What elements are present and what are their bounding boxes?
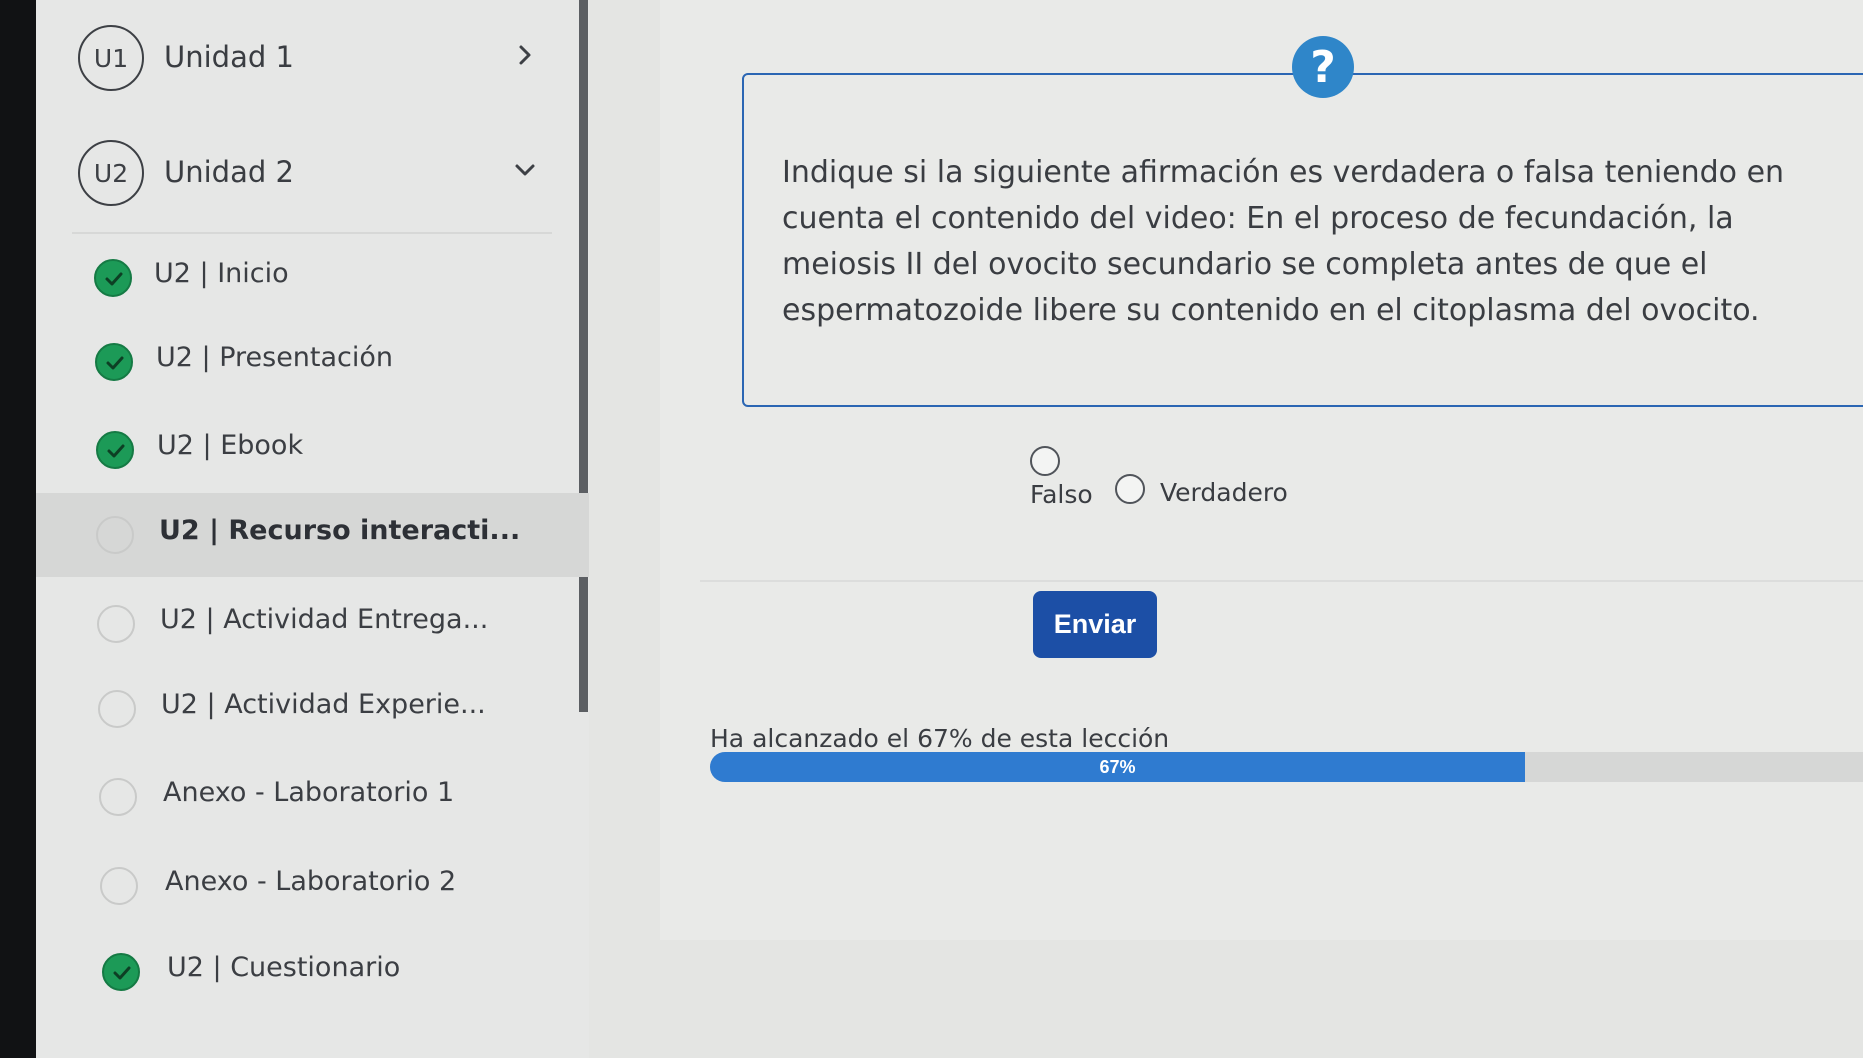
empty-circle-icon <box>99 778 137 816</box>
sidebar-lesson-item[interactable]: U2 | Actividad Experie... <box>36 667 589 751</box>
sidebar-lesson-item[interactable]: U2 | Cuestionario <box>36 930 589 1014</box>
empty-circle-icon <box>98 690 136 728</box>
lesson-label: U2 | Actividad Entrega... <box>160 604 489 635</box>
sidebar-divider <box>72 232 552 234</box>
screen-bezel <box>0 0 36 1058</box>
lesson-label: Anexo - Laboratorio 1 <box>163 777 455 808</box>
check-circle-icon <box>94 259 132 297</box>
progress-value: 67% <box>1099 756 1136 777</box>
unit-badge: U1 <box>78 25 144 91</box>
question-text: Indique si la siguiente afirmación es ve… <box>782 155 1785 328</box>
content-divider <box>700 580 1863 582</box>
lesson-label: U2 | Cuestionario <box>167 952 401 983</box>
check-circle-icon <box>102 953 140 991</box>
lesson-label: U2 | Inicio <box>154 258 289 289</box>
chevron-right-icon[interactable] <box>510 40 540 70</box>
unit-1-row[interactable]: U1 Unidad 1 <box>40 18 560 98</box>
sidebar-lesson-item[interactable]: Anexo - Laboratorio 1 <box>36 755 589 839</box>
lesson-label: U2 | Recurso interacti... <box>159 515 521 546</box>
unit-title: Unidad 1 <box>164 40 294 74</box>
option-label-falso: Falso <box>1030 480 1093 509</box>
lesson-label: U2 | Actividad Experie... <box>161 689 486 720</box>
option-label-verdadero: Verdadero <box>1160 478 1288 507</box>
sidebar-lesson-item[interactable]: U2 | Recurso interacti... <box>36 493 589 577</box>
sidebar-lesson-item[interactable]: U2 | Inicio <box>36 236 589 320</box>
radio-verdadero[interactable] <box>1115 474 1145 504</box>
sidebar-lesson-item[interactable]: U2 | Presentación <box>36 320 589 404</box>
empty-circle-icon <box>96 516 134 554</box>
chevron-down-icon[interactable] <box>510 155 540 185</box>
progress-text: Ha alcanzado el 67% de esta lección <box>710 724 1170 753</box>
unit-badge: U2 <box>78 140 144 206</box>
lesson-label: U2 | Ebook <box>157 430 304 461</box>
submit-button[interactable]: Enviar <box>1033 591 1157 658</box>
lesson-label: Anexo - Laboratorio 2 <box>165 866 457 897</box>
empty-circle-icon <box>97 605 135 643</box>
sidebar-lesson-item[interactable]: U2 | Actividad Entrega... <box>36 582 589 666</box>
empty-circle-icon <box>100 867 138 905</box>
check-circle-icon <box>96 431 134 469</box>
sidebar-lesson-item[interactable]: Anexo - Laboratorio 2 <box>36 844 589 928</box>
progress-bar: 67% <box>710 752 1863 782</box>
check-circle-icon <box>95 343 133 381</box>
question-icon: ? <box>1292 36 1354 98</box>
unit-2-row[interactable]: U2 Unidad 2 <box>40 133 560 213</box>
lesson-label: U2 | Presentación <box>156 342 394 373</box>
progress-bar-fill: 67% <box>710 752 1525 782</box>
radio-falso[interactable] <box>1030 446 1060 476</box>
unit-title: Unidad 2 <box>164 155 294 189</box>
sidebar-lesson-item[interactable]: U2 | Ebook <box>36 408 589 492</box>
